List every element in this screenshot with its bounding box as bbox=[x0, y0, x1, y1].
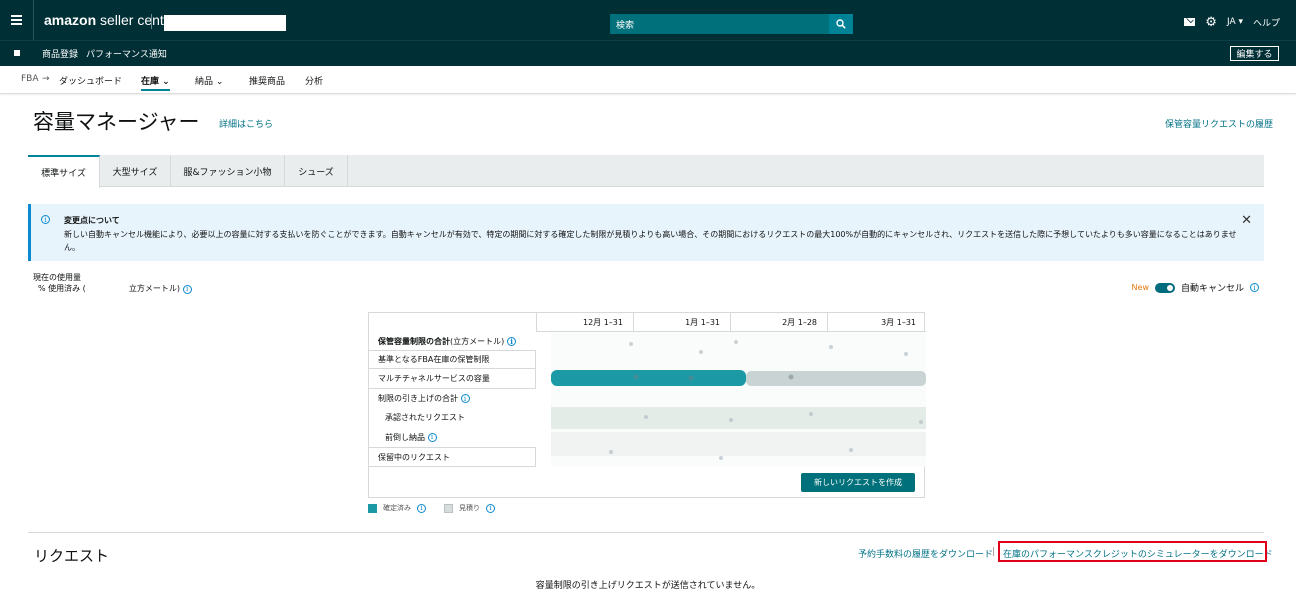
usage-line: % 使用済み ( 立方メートル) i bbox=[33, 283, 192, 294]
estimate-bar bbox=[746, 371, 926, 386]
logo-divider bbox=[151, 14, 152, 29]
usage-label: 現在の使用量 bbox=[33, 273, 81, 282]
create-request-button[interactable]: 新しいリクエストを作成 bbox=[801, 473, 915, 492]
download-fee-history-link[interactable]: 予約手数料の履歴をダウンロード bbox=[858, 547, 993, 560]
section-divider bbox=[28, 532, 1264, 533]
row-increase-total: 制限の引き上げの合計 i bbox=[369, 389, 536, 408]
legend-confirmed-swatch bbox=[368, 503, 377, 513]
column-header: 12月 1–31 bbox=[536, 313, 633, 332]
fba-subnav: FBA → ダッシュボード 在庫 ⌄ 納品 ⌄ 推奨商品 分析 bbox=[0, 66, 1296, 94]
column-header: 1月 1–31 bbox=[633, 313, 730, 332]
column-header: 2月 1–28 bbox=[730, 313, 827, 332]
row-approved: 承認されたリクエスト bbox=[385, 413, 465, 422]
row-pending: 保留中のリクエスト bbox=[369, 447, 536, 467]
increase-info-icon[interactable]: i bbox=[460, 394, 470, 403]
size-tabs: 標準サイズ 大型サイズ 服&ファッション小物 シューズ bbox=[28, 155, 1264, 188]
row-early-shipping: 前倒し納品 i bbox=[369, 427, 536, 447]
tab-shoes[interactable]: シューズ bbox=[285, 155, 348, 187]
highlight-box bbox=[998, 541, 1267, 562]
row-total-limit: 保管容量制限の合計 (立方メートル) i bbox=[369, 332, 536, 350]
info-alert: i 変更点について 新しい自動キャンセル機能により、必要以上の容量に対する支払い… bbox=[28, 204, 1264, 261]
capacity-chart-svg bbox=[551, 332, 926, 467]
chart-legend: 確定済み i 見積り i bbox=[368, 503, 495, 513]
alert-body: 新しい自動キャンセル機能により、必要以上の容量に対する支払いを防ぐことができます… bbox=[64, 230, 1237, 252]
row-base-limit: 基準となるFBA在庫の保管制限 bbox=[369, 350, 536, 369]
storage-request-history-link[interactable]: 保管容量リクエストの履歴 bbox=[1165, 117, 1273, 130]
mail-icon[interactable] bbox=[1184, 18, 1196, 26]
info-icon: i bbox=[41, 215, 50, 224]
total-limit-info-icon[interactable]: i bbox=[507, 336, 517, 346]
auto-cancel-toggle[interactable] bbox=[1154, 282, 1175, 293]
subnav-shipping[interactable]: 納品 ⌄ bbox=[195, 74, 223, 87]
no-requests-message: 容量制限の引き上げリクエストが送信されていません。 bbox=[535, 581, 761, 591]
page-title: 容量マネージャー bbox=[33, 110, 200, 134]
language-selector[interactable]: JA ▾ bbox=[1227, 17, 1243, 27]
edit-bookmarks-button[interactable]: 編集する bbox=[1230, 46, 1279, 61]
new-badge: New bbox=[1131, 283, 1149, 292]
legend-estimate-label: 見積り bbox=[459, 504, 480, 512]
gear-icon[interactable]: ⚙ bbox=[1205, 16, 1217, 29]
capacity-grid: 12月 1–31 1月 1–31 2月 1–28 3月 1–31 保管容量制限の… bbox=[368, 312, 926, 498]
bookmark-product-listing[interactable]: 商品登録 bbox=[42, 47, 78, 60]
requests-title: リクエスト bbox=[34, 547, 110, 565]
legend-estimate-swatch bbox=[444, 503, 453, 513]
search-input[interactable]: 検索 bbox=[610, 14, 829, 34]
account-switcher[interactable] bbox=[164, 15, 286, 31]
top-navigation-bar: amazon seller central 検索 ⚙ JA ▾ ヘルプ bbox=[0, 0, 1296, 40]
search-button[interactable] bbox=[829, 14, 853, 34]
tab-apparel[interactable]: 服&ファッション小物 bbox=[171, 155, 285, 187]
bookmark-performance-notifications[interactable]: パフォーマンス通知 bbox=[86, 47, 167, 60]
usage-info-icon[interactable]: i bbox=[182, 285, 192, 294]
details-link[interactable]: 詳細はこちら bbox=[219, 117, 273, 130]
column-header: 3月 1–31 bbox=[827, 313, 926, 332]
close-icon[interactable]: ✕ bbox=[1241, 213, 1252, 228]
subnav-arrow-icon: → bbox=[42, 74, 50, 84]
bookmark-icon bbox=[14, 50, 20, 56]
current-usage: 現在の使用量 % 使用済み ( 立方メートル) i bbox=[33, 272, 192, 294]
top-right-actions: ⚙ JA ▾ ヘルプ bbox=[1184, 14, 1296, 30]
confirmed-bar bbox=[551, 370, 746, 386]
link-separator: | bbox=[992, 547, 996, 557]
seller-central-logo[interactable]: amazon seller central bbox=[44, 12, 179, 28]
search-icon bbox=[836, 19, 846, 29]
row-multichannel: マルチチャネルサービスの容量 bbox=[369, 369, 536, 389]
subnav-inventory[interactable]: 在庫 ⌄ bbox=[141, 74, 170, 91]
auto-cancel-label: 自動キャンセル bbox=[1180, 284, 1244, 294]
subnav-recommended[interactable]: 推奨商品 bbox=[249, 74, 285, 87]
bookmark-bar: 商品登録 パフォーマンス通知 編集する bbox=[0, 40, 1296, 66]
help-link[interactable]: ヘルプ bbox=[1253, 16, 1280, 29]
capacity-chart bbox=[551, 332, 926, 467]
subnav-dashboard[interactable]: ダッシュボード bbox=[59, 74, 122, 87]
estimate-bar bbox=[551, 407, 926, 429]
legend-confirmed-info-icon[interactable]: i bbox=[417, 503, 426, 513]
legend-confirmed-label: 確定済み bbox=[383, 504, 411, 512]
subnav-analytics[interactable]: 分析 bbox=[305, 74, 323, 87]
legend-estimate-info-icon[interactable]: i bbox=[486, 503, 495, 513]
tab-oversize[interactable]: 大型サイズ bbox=[100, 155, 171, 187]
early-shipping-info-icon[interactable]: i bbox=[427, 432, 437, 442]
alert-title: 変更点について bbox=[64, 216, 120, 225]
tab-standard-size[interactable]: 標準サイズ bbox=[28, 155, 100, 188]
subnav-fba[interactable]: FBA bbox=[21, 74, 39, 84]
auto-cancel-info-icon[interactable]: i bbox=[1250, 283, 1259, 292]
auto-cancel-toggle-row: New 自動キャンセル i bbox=[1132, 281, 1259, 294]
hamburger-menu-icon[interactable] bbox=[0, 0, 34, 40]
